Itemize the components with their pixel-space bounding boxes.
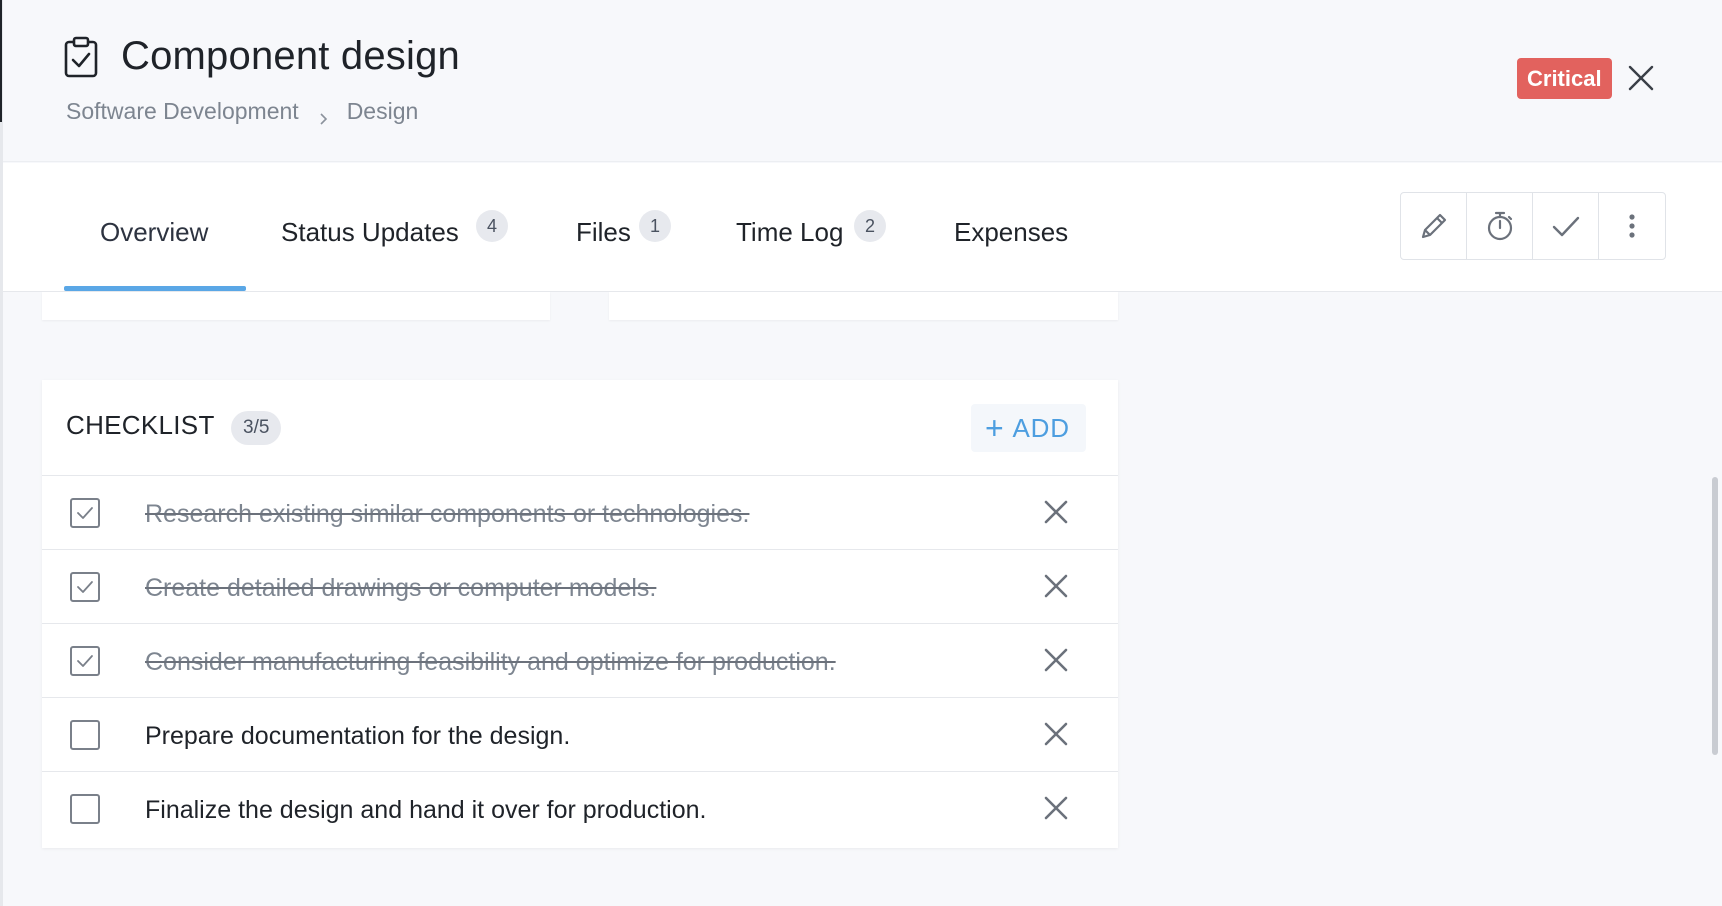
pencil-icon [1421, 213, 1446, 239]
checklist-item: Finalize the design and hand it over for… [42, 772, 1118, 846]
tab-overview[interactable]: Overview [64, 163, 246, 291]
overview-card [42, 292, 550, 320]
active-tab-indicator [64, 286, 246, 291]
checkmark-icon [1552, 216, 1579, 237]
priority-badge: Critical [1517, 58, 1612, 99]
close-button[interactable] [1625, 62, 1657, 94]
checklist-card: CHECKLIST 3/5 + ADD Research existing si… [42, 380, 1118, 848]
checklist-item-text[interactable]: Create detailed drawings or computer mod… [145, 574, 656, 603]
tab-count-badge: 4 [476, 210, 508, 242]
tab-label: Expenses [954, 217, 1069, 247]
checklist-title: CHECKLIST [66, 410, 215, 440]
close-icon [1628, 65, 1654, 91]
close-icon [1044, 500, 1068, 524]
scrollbar[interactable] [1712, 477, 1718, 755]
timer-button[interactable] [1467, 193, 1533, 259]
checklist-item-text[interactable]: Consider manufacturing feasibility and o… [145, 648, 836, 677]
checklist-item: Research existing similar components or … [42, 476, 1118, 550]
close-icon [1044, 722, 1068, 746]
breadcrumb-project[interactable]: Software Development [66, 98, 299, 125]
remove-item-button[interactable] [1041, 793, 1071, 823]
breadcrumb: Software Development Design [66, 98, 418, 125]
window-edge-shadow [0, 0, 2, 122]
more-vertical-icon [1629, 214, 1635, 238]
edit-button[interactable] [1401, 193, 1467, 259]
checkbox-unchecked[interactable] [70, 720, 100, 750]
stopwatch-icon [1487, 211, 1512, 241]
close-icon [1044, 574, 1068, 598]
checklist-item: Prepare documentation for the design. [42, 698, 1118, 772]
tab-label: Files [576, 217, 631, 247]
checklist-item-text[interactable]: Prepare documentation for the design. [145, 722, 570, 751]
complete-button[interactable] [1533, 193, 1599, 259]
page-title: Component design [121, 34, 460, 78]
add-label: ADD [1012, 413, 1070, 443]
check-icon [77, 581, 93, 593]
overview-card [609, 292, 1118, 320]
plus-icon: + [985, 410, 1005, 446]
checklist-item: Create detailed drawings or computer mod… [42, 550, 1118, 624]
checkbox-checked[interactable] [70, 498, 100, 528]
clipboard-check-icon [63, 36, 101, 78]
task-header: Component design Software Development De… [3, 0, 1722, 162]
checklist-progress-badge: 3/5 [231, 411, 282, 445]
check-icon [77, 507, 93, 519]
tab-label: Overview [100, 217, 209, 247]
tabs-bar: Overview Status Updates 4 Files 1 Time L… [3, 163, 1722, 292]
task-toolbar [1400, 192, 1666, 260]
checklist-item-text[interactable]: Finalize the design and hand it over for… [145, 796, 706, 825]
add-checklist-item-button[interactable]: + ADD [971, 404, 1086, 452]
checklist-item-text[interactable]: Research existing similar components or … [145, 500, 749, 529]
remove-item-button[interactable] [1041, 571, 1071, 601]
task-detail-panel: Component design Software Development De… [3, 0, 1722, 906]
checkbox-checked[interactable] [70, 646, 100, 676]
tab-expenses[interactable]: Expenses [954, 163, 1084, 291]
close-icon [1044, 796, 1068, 820]
remove-item-button[interactable] [1041, 497, 1071, 527]
checkbox-unchecked[interactable] [70, 794, 100, 824]
tab-count-badge: 2 [854, 210, 886, 242]
checkbox-checked[interactable] [70, 572, 100, 602]
close-icon [1044, 648, 1068, 672]
tab-status-updates[interactable]: Status Updates 4 [281, 163, 516, 291]
remove-item-button[interactable] [1041, 645, 1071, 675]
tab-label: Status Updates [281, 217, 459, 247]
remove-item-button[interactable] [1041, 719, 1071, 749]
more-actions-button[interactable] [1599, 193, 1665, 259]
tab-time-log[interactable]: Time Log 2 [736, 163, 896, 291]
check-icon [77, 655, 93, 667]
checklist-header: CHECKLIST 3/5 + ADD [42, 380, 1118, 476]
tab-count-badge: 1 [639, 210, 671, 242]
chevron-right-icon [317, 105, 331, 125]
tab-label: Time Log [736, 217, 844, 247]
breadcrumb-section[interactable]: Design [347, 98, 419, 125]
tab-files[interactable]: Files 1 [576, 163, 676, 291]
checklist-item: Consider manufacturing feasibility and o… [42, 624, 1118, 698]
